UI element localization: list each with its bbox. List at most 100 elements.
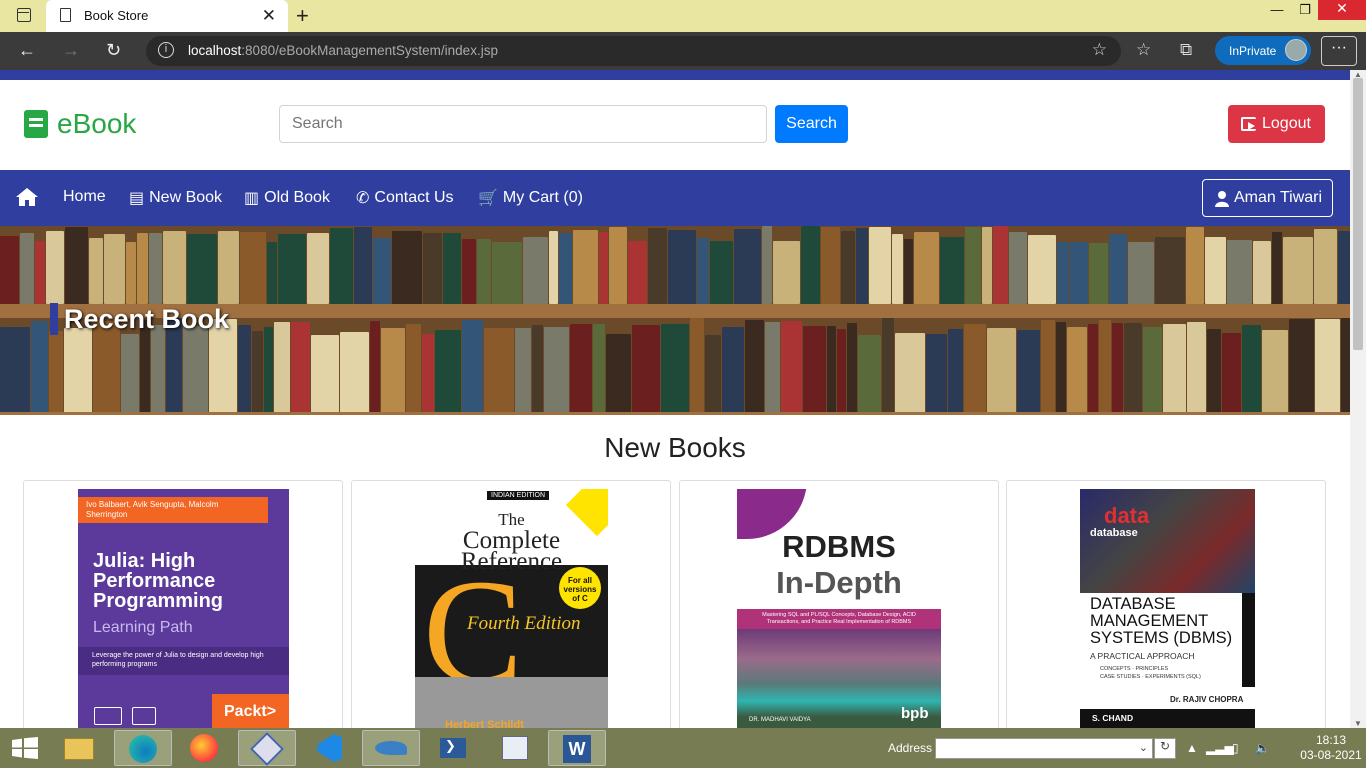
shelf-book-spine: [965, 227, 981, 304]
volume-icon[interactable]: 🔈: [1255, 741, 1270, 755]
shelf-book-spine: [1112, 323, 1123, 415]
user-icon: [1215, 191, 1229, 207]
home-icon[interactable]: [15, 187, 39, 207]
site-info-icon[interactable]: i: [158, 42, 174, 58]
inprivate-badge[interactable]: InPrivate: [1215, 36, 1311, 65]
shelf-book-spine: [1222, 333, 1241, 415]
tab-close-icon[interactable]: ✕: [262, 6, 276, 26]
collections-icon[interactable]: ⧉: [1180, 40, 1192, 60]
maximize-button[interactable]: ❐: [1294, 2, 1316, 24]
book-card[interactable]: data database DATABASE MANAGEMENT SYSTEM…: [1006, 480, 1326, 728]
shelf-book-spine: [515, 328, 531, 415]
network-icon[interactable]: ▂▃▅: [1206, 741, 1234, 755]
video-icon: [132, 707, 156, 725]
book-icon: [94, 707, 122, 725]
shelf-book-spine: [1067, 327, 1087, 415]
favorites-icon[interactable]: ☆: [1136, 40, 1151, 60]
book-card[interactable]: Ivo Balbaert, Avik Sengupta, Malcolm She…: [23, 480, 343, 728]
url-text: localhost:8080/eBookManagementSystem/ind…: [188, 43, 498, 58]
shelf-book-spine: [1057, 242, 1068, 304]
search-input[interactable]: [279, 105, 767, 143]
shelf-book-spine: [904, 239, 913, 304]
book-cover-dbms: data database DATABASE MANAGEMENT SYSTEM…: [1080, 489, 1255, 728]
clock-date: 03-08-2021: [1300, 748, 1362, 762]
user-profile-button[interactable]: Aman Tiwari: [1202, 179, 1333, 217]
shelf-book-spine: [477, 239, 491, 304]
book-tagline: Mastering SQL and PL/SQL Concepts, Datab…: [737, 609, 941, 629]
shelf-book-spine: [987, 328, 1016, 415]
book-title-line: In-Depth: [776, 565, 902, 600]
shelf-book-spine: [274, 322, 290, 415]
page-scrollbar[interactable]: ▲ ▼: [1350, 70, 1366, 728]
scrollbar-thumb[interactable]: [1353, 78, 1363, 350]
top-strip: [0, 70, 1350, 80]
nav-old-book[interactable]: ▥ Old Book: [244, 188, 330, 208]
scroll-down-icon[interactable]: ▼: [1354, 719, 1362, 728]
shelf-book-spine: [1242, 325, 1261, 415]
book-subtitle: A PRACTICAL APPROACH: [1090, 651, 1195, 661]
shelf-book-spine: [278, 234, 306, 304]
edge-browser-icon[interactable]: [114, 730, 172, 766]
settings-more-button[interactable]: ···: [1321, 36, 1357, 66]
shelf-book-spine: [1283, 237, 1313, 304]
shelf-book-spine: [869, 227, 891, 304]
book-card[interactable]: RDBMS In-Depth Mastering SQL and PL/SQL …: [679, 480, 999, 728]
shelf-book-spine: [532, 325, 543, 415]
power-icon[interactable]: ▯: [1232, 741, 1239, 755]
shelf-book-spine: [1128, 242, 1154, 304]
windows-start-icon[interactable]: [12, 737, 38, 759]
file-explorer-icon[interactable]: [50, 730, 108, 766]
web-page: eBook Search Logout Home ▤New Book ▥Old …: [0, 70, 1350, 728]
nav-contact-us[interactable]: ✆ Contact Us: [356, 188, 454, 208]
publisher-logo: bpb: [901, 705, 929, 722]
taskbar-address-input[interactable]: ⌄: [935, 738, 1153, 759]
tray-expand-icon[interactable]: ▲: [1186, 741, 1198, 755]
book-cover-c-reference: INDIAN EDITION The Complete Reference C …: [415, 489, 608, 728]
publisher-logo: Packt>: [212, 694, 289, 728]
book-card[interactable]: INDIAN EDITION The Complete Reference C …: [351, 480, 671, 728]
search-button[interactable]: Search: [775, 105, 848, 143]
system-clock[interactable]: 18:13 03-08-2021: [1300, 733, 1362, 763]
shelf-book-spine: [892, 234, 903, 304]
window-close-button[interactable]: ✕: [1318, 0, 1366, 20]
new-tab-button[interactable]: +: [296, 3, 309, 29]
firefox-icon[interactable]: [176, 730, 234, 766]
shelf-book-spine: [821, 227, 840, 304]
resource-monitor-icon[interactable]: [486, 730, 544, 766]
shelf-book-spine: [1099, 320, 1111, 415]
add-favorite-icon[interactable]: ☆: [1092, 40, 1107, 60]
nav-my-cart[interactable]: 🛒 My Cart (0): [478, 188, 583, 208]
shelf-book-spine: [1143, 327, 1162, 415]
back-icon[interactable]: ←: [18, 40, 36, 61]
nav-home[interactable]: Home: [63, 188, 106, 206]
book-author: DR. MADHAVI VAIDYA: [749, 717, 811, 723]
shelf-book-spine: [895, 333, 925, 415]
cover-word: data: [1104, 503, 1150, 528]
nav-new-book[interactable]: ▤ New Book: [129, 188, 222, 208]
shelf-book-spine: [1088, 324, 1098, 415]
virtualbox-icon[interactable]: [238, 730, 296, 766]
shelf-book-spine: [264, 327, 273, 415]
versions-badge: For all versions of C: [559, 567, 601, 609]
book-bullets: CONCEPTS · PRINCIPLES CASE STUDIES · EXPE…: [1100, 666, 1201, 680]
shelf-book-spine: [661, 324, 689, 415]
shelf-book-spine: [183, 326, 208, 415]
taskbar-address-go-icon[interactable]: ↻: [1154, 738, 1176, 759]
vscode-icon[interactable]: [300, 730, 358, 766]
shelf-book-spine: [570, 324, 592, 415]
mysql-workbench-icon[interactable]: [362, 730, 420, 766]
word-icon[interactable]: W: [548, 730, 606, 766]
chevron-down-icon[interactable]: ⌄: [1139, 741, 1148, 754]
forward-icon[interactable]: →: [62, 40, 80, 61]
powershell-icon[interactable]: ❯: [424, 730, 482, 766]
profile-avatar: [1285, 39, 1307, 61]
refresh-icon[interactable]: ↻: [106, 40, 121, 61]
shelf-book-spine: [307, 233, 329, 304]
logout-button[interactable]: Logout: [1228, 105, 1325, 143]
tab-actions-icon[interactable]: [17, 8, 31, 22]
address-bar[interactable]: i localhost:8080/eBookManagementSystem/i…: [146, 36, 1121, 66]
shelf-book-spine: [163, 231, 186, 304]
browser-tab[interactable]: Book Store ✕: [46, 0, 288, 32]
minimize-button[interactable]: —: [1266, 2, 1288, 24]
shelf-book-spine: [151, 325, 165, 415]
